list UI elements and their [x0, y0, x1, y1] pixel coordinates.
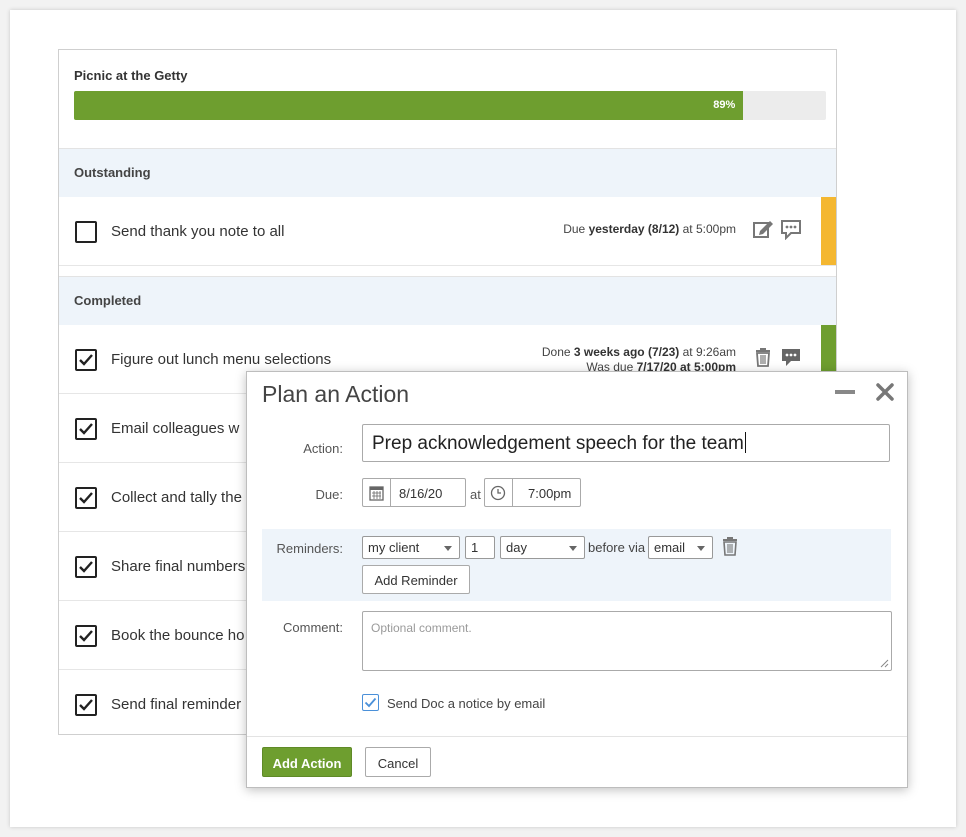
- due-label: Due:: [315, 487, 343, 502]
- project-title: Picnic at the Getty: [74, 68, 188, 83]
- task-checkbox-checked[interactable]: [75, 349, 97, 371]
- dialog-footer-divider: [247, 736, 907, 737]
- progress-percent: 89%: [713, 99, 736, 111]
- task-checkbox-checked[interactable]: [75, 556, 97, 578]
- task-row[interactable]: Send thank you note to all Due yesterday…: [59, 197, 836, 266]
- checkmark-icon: [79, 630, 93, 642]
- trash-icon[interactable]: [721, 536, 739, 556]
- task-checkbox-checked[interactable]: [75, 694, 97, 716]
- action-label: Action:: [303, 441, 343, 456]
- before-via-label: before via: [588, 540, 646, 555]
- checkmark-icon: [79, 423, 93, 435]
- checkmark-icon: [79, 492, 93, 504]
- comment-label: Comment:: [283, 620, 343, 635]
- status-stripe: [821, 197, 836, 265]
- plan-action-dialog: Plan an Action Action: Prep acknowledgem…: [246, 371, 908, 788]
- cancel-button[interactable]: Cancel: [365, 747, 431, 777]
- task-due-info: Due yesterday (8/12) at 5:00pm: [563, 222, 736, 236]
- send-notice-checkbox[interactable]: [362, 694, 379, 711]
- due-time-input[interactable]: 7:00pm: [484, 478, 581, 507]
- resize-handle-icon[interactable]: [880, 659, 889, 668]
- action-input[interactable]: Prep acknowledgement speech for the team: [362, 424, 890, 462]
- add-reminder-button[interactable]: Add Reminder: [362, 565, 470, 594]
- task-checkbox-checked[interactable]: [75, 487, 97, 509]
- task-checkbox-checked[interactable]: [75, 418, 97, 440]
- at-label: at: [470, 487, 481, 502]
- minimize-icon[interactable]: [835, 390, 855, 394]
- reminder-quantity-input[interactable]: 1: [465, 536, 495, 559]
- project-progress-bar: 89%: [74, 91, 826, 120]
- dialog-title: Plan an Action: [262, 381, 410, 407]
- add-action-button[interactable]: Add Action: [262, 747, 352, 777]
- edit-icon[interactable]: [752, 218, 774, 240]
- clock-icon[interactable]: [490, 485, 506, 501]
- chevron-down-icon: [444, 546, 452, 551]
- trash-icon[interactable]: [752, 346, 774, 368]
- task-label: Send final reminder: [111, 696, 242, 713]
- checkmark-icon: [79, 699, 93, 711]
- checkmark-icon: [79, 354, 93, 366]
- reminders-label: Reminders:: [276, 541, 343, 556]
- progress-fill: 89%: [74, 91, 744, 120]
- section-header-outstanding: Outstanding: [59, 148, 836, 198]
- text-caret: [744, 432, 746, 453]
- reminder-recipient-select[interactable]: my client: [362, 536, 460, 559]
- chevron-down-icon: [569, 546, 577, 551]
- task-checkbox-checked[interactable]: [75, 625, 97, 647]
- task-label: Email colleagues w: [111, 420, 240, 437]
- task-label: Figure out lunch menu selections: [111, 351, 332, 368]
- due-date-input[interactable]: 8/16/20: [362, 478, 466, 507]
- task-checkbox[interactable]: [75, 221, 97, 243]
- task-label: Book the bounce ho: [111, 627, 245, 644]
- close-icon[interactable]: [875, 382, 895, 402]
- reminder-channel-select[interactable]: email: [648, 536, 713, 559]
- section-title-completed: Completed: [74, 293, 142, 308]
- due-date-value: 8/16/20: [399, 486, 443, 501]
- send-notice-label: Send Doc a notice by email: [387, 696, 546, 711]
- section-title-outstanding: Outstanding: [74, 165, 151, 180]
- task-label: Collect and tally the: [111, 489, 242, 506]
- reminder-unit-select[interactable]: day: [500, 536, 585, 559]
- task-label: Send thank you note to all: [111, 223, 285, 240]
- checkmark-icon: [364, 697, 377, 708]
- checkmark-icon: [79, 561, 93, 573]
- section-header-completed: Completed: [59, 276, 836, 326]
- comment-icon[interactable]: [780, 346, 802, 368]
- task-label: Share final numbers: [111, 558, 246, 575]
- chevron-down-icon: [697, 546, 705, 551]
- due-time-value: 7:00pm: [528, 486, 572, 501]
- comment-icon[interactable]: [780, 218, 802, 240]
- calendar-icon[interactable]: [369, 485, 384, 501]
- comment-textarea[interactable]: Optional comment.: [362, 611, 892, 671]
